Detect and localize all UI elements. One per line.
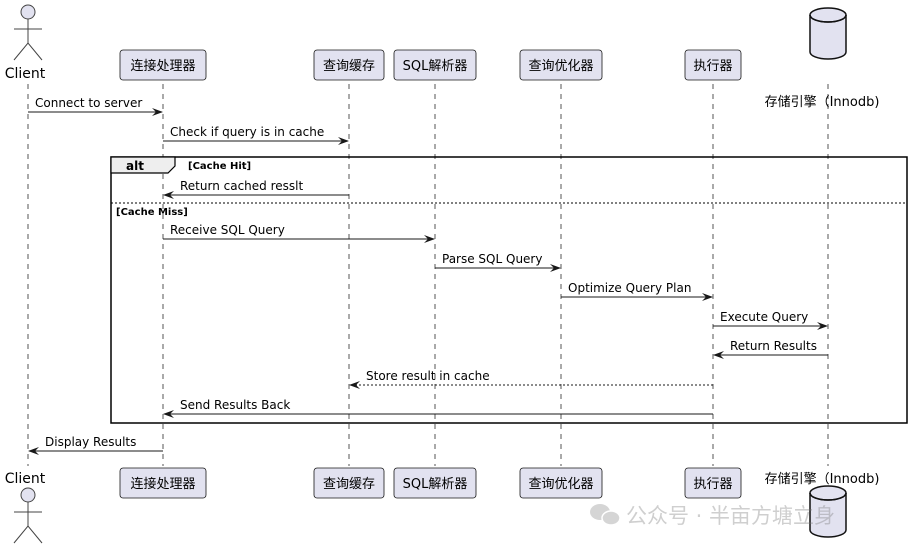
participant-label: 存储引擎（Innodb): [765, 95, 880, 110]
participant-optimizer-top[interactable]: 查询优化器: [519, 49, 603, 81]
participant-client-top[interactable]: Client: [5, 4, 46, 82]
participant-parser-top[interactable]: SQL解析器: [393, 49, 477, 81]
message-label: Send Results Back: [180, 398, 290, 412]
participant-label: SQL解析器: [403, 59, 468, 74]
message-3: Return cached resslt: [163, 179, 349, 199]
message-label: Execute Query: [720, 310, 808, 324]
participant-optimizer-bottom[interactable]: 查询优化器: [519, 467, 603, 499]
participant-label: 连接处理器: [130, 476, 195, 492]
participant-label: SQL解析器: [403, 477, 468, 492]
message-label: Receive SQL Query: [170, 223, 285, 237]
message-9: Store result in cache: [349, 369, 713, 389]
actor-icon: [13, 4, 43, 61]
message-10: Send Results Back: [163, 398, 713, 418]
message-label: Display Results: [45, 435, 136, 449]
fragment-guard-cache-miss: [Cache Miss]: [116, 207, 188, 218]
message-4: Receive SQL Query: [163, 223, 435, 243]
participant-label: 执行器: [693, 59, 732, 74]
participant-storage-top[interactable]: 存储引擎（Innodb): [765, 7, 880, 110]
participant-label: Client: [5, 471, 46, 487]
sequence-diagram: alt [Cache Hit] [Cache Miss] Connect to …: [5, 4, 908, 544]
message-label: Return cached resslt: [180, 179, 303, 193]
database-icon: [809, 7, 847, 60]
message-2: Check if query is in cache: [163, 125, 349, 145]
watermark-text: 公众号 · 半亩方塘立身: [626, 504, 835, 528]
message-1: Connect to server: [28, 96, 163, 116]
participant-label: Client: [5, 66, 46, 82]
message-6: Optimize Query Plan: [561, 281, 713, 301]
arrowhead-icon: [349, 381, 360, 389]
fragment-keyword: alt: [126, 159, 144, 173]
fragment-guard-cache-hit: [Cache Hit]: [188, 161, 251, 172]
actor-icon: [13, 487, 43, 544]
participant-parser-bottom[interactable]: SQL解析器: [393, 467, 477, 499]
watermark: 公众号 · 半亩方塘立身: [590, 504, 835, 528]
participant-cache-top[interactable]: 查询缓存: [313, 49, 385, 81]
message-11: Display Results: [28, 435, 163, 455]
message-label: Return Results: [730, 339, 817, 353]
participant-label: 查询优化器: [528, 59, 593, 74]
message-5: Parse SQL Query: [435, 252, 561, 272]
participant-conn-top[interactable]: 连接处理器: [119, 49, 207, 81]
message-label: Connect to server: [35, 96, 142, 110]
message-label: Optimize Query Plan: [568, 281, 691, 295]
participant-executor-top[interactable]: 执行器: [684, 49, 742, 81]
participant-executor-bottom[interactable]: 执行器: [684, 467, 742, 499]
participant-label: 查询优化器: [528, 477, 593, 492]
alt-fragment: alt [Cache Hit] [Cache Miss]: [110, 156, 908, 424]
participant-label: 连接处理器: [130, 58, 195, 74]
participant-label: 存储引擎（Innodb): [765, 472, 880, 487]
message-label: Store result in cache: [366, 369, 490, 383]
message-label: Check if query is in cache: [170, 125, 324, 139]
participant-conn-bottom[interactable]: 连接处理器: [119, 467, 207, 499]
message-8: Return Results: [713, 339, 828, 359]
participant-label: 查询缓存: [323, 477, 375, 492]
participant-label: 查询缓存: [323, 59, 375, 74]
wechat-icon: [590, 504, 621, 526]
participant-cache-bottom[interactable]: 查询缓存: [313, 467, 385, 499]
participant-label: 执行器: [693, 477, 732, 492]
message-label: Parse SQL Query: [442, 252, 542, 266]
message-7: Execute Query: [713, 310, 828, 330]
participant-client-bottom[interactable]: Client: [5, 471, 46, 544]
